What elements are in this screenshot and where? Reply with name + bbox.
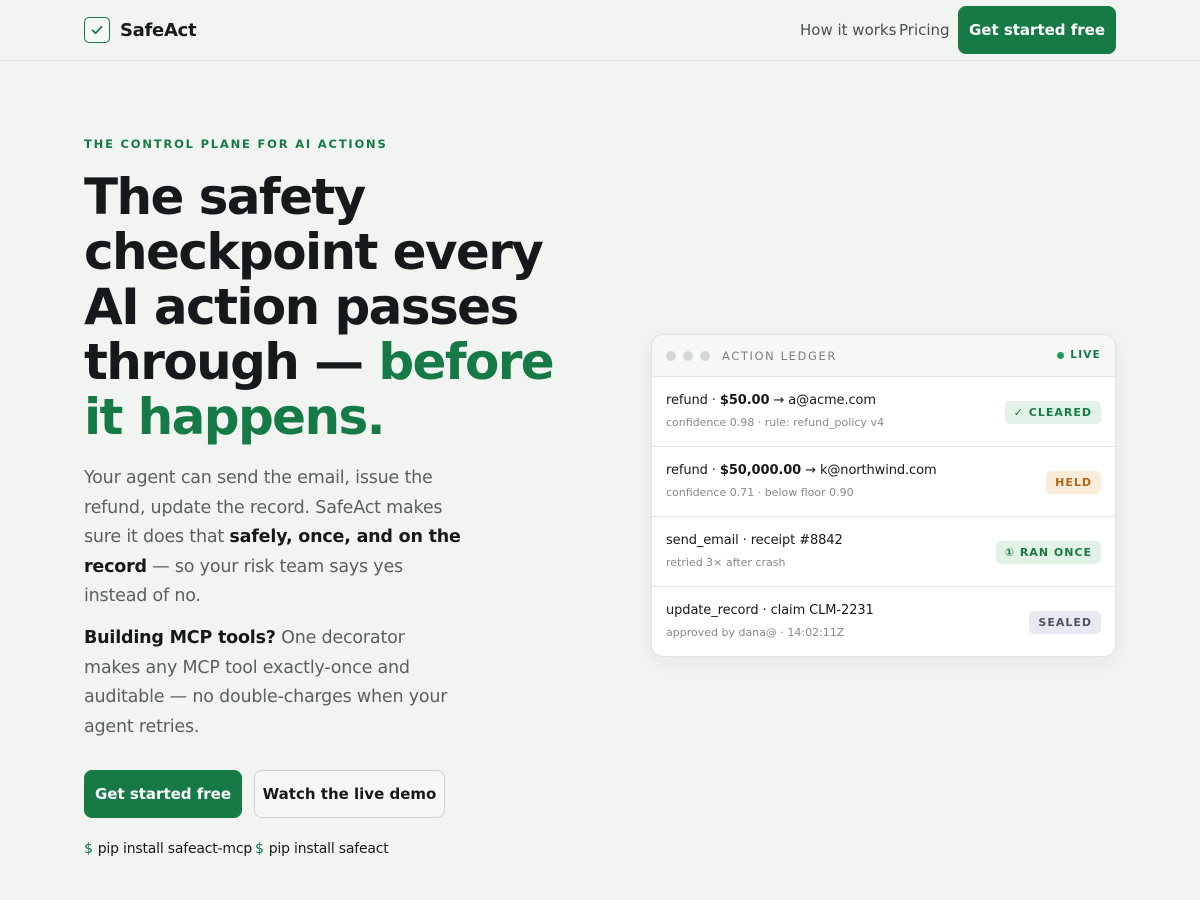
- action-recipient: → k@northwind.com: [801, 463, 937, 478]
- action-amount: $50,000.00: [719, 463, 802, 478]
- status-badge-cleared: ✓ CLEARED: [1004, 401, 1101, 424]
- get-started-button[interactable]: Get started free: [84, 770, 242, 818]
- pip-install-safeact[interactable]: $ pip install safeact: [255, 841, 389, 857]
- ledger-header: ACTION LEDGER LIVE: [652, 335, 1115, 377]
- ledger-row-detail: retried 3× after crash: [666, 556, 786, 569]
- live-dot-icon: [1057, 351, 1065, 359]
- live-label: LIVE: [1070, 349, 1101, 361]
- window-dot-icon: [683, 351, 693, 361]
- live-indicator: LIVE: [1057, 349, 1101, 361]
- window-dot-icon: [666, 351, 676, 361]
- ledger-row-action: update_record · claim CLM-2231: [666, 603, 874, 618]
- ledger-row: send_email · receipt #8842 retried 3× af…: [652, 517, 1115, 587]
- mcp-description: Building MCP tools? One decorator makes …: [84, 624, 454, 742]
- pip-command: pip install safeact-mcp: [97, 841, 253, 857]
- hero-eyebrow: THE CONTROL PLANE FOR AI ACTIONS: [84, 137, 388, 151]
- pip-command: pip install safeact: [268, 841, 389, 857]
- pip-install-mcp[interactable]: $ pip install safeact-mcp: [84, 841, 252, 857]
- nav-how-it-works[interactable]: How it works: [800, 21, 896, 39]
- status-badge-ran-once: ① RAN ONCE: [995, 541, 1101, 564]
- action-text: refund ·: [666, 393, 720, 408]
- ledger-row-action: refund · $50.00 → a@acme.com: [666, 393, 876, 408]
- status-badge-sealed: SEALED: [1029, 611, 1101, 634]
- hero-headline: The safety checkpoint every AI action pa…: [84, 170, 564, 445]
- header-get-started-button[interactable]: Get started free: [958, 6, 1116, 54]
- prompt-symbol: $: [84, 841, 93, 857]
- ledger-row-action: refund · $50,000.00 → k@northwind.com: [666, 463, 937, 478]
- action-recipient: → a@acme.com: [769, 393, 876, 408]
- ledger-row-detail: confidence 0.98 · rule: refund_policy v4: [666, 416, 884, 429]
- action-text: refund ·: [666, 463, 720, 478]
- prompt-symbol: $: [255, 841, 264, 857]
- window-dot-icon: [700, 351, 710, 361]
- ledger-row-detail: approved by dana@ · 14:02:11Z: [666, 626, 845, 639]
- ledger-row: update_record · claim CLM-2231 approved …: [652, 587, 1115, 656]
- hero-description: Your agent can send the email, issue the…: [84, 464, 464, 612]
- ledger-row: refund · $50.00 → a@acme.com confidence …: [652, 377, 1115, 447]
- site-header: SafeAct How it works Pricing Get started…: [0, 0, 1200, 61]
- ledger-title: ACTION LEDGER: [722, 349, 837, 363]
- action-amount: $50.00: [719, 393, 770, 408]
- checkmark-logo-icon: [84, 17, 110, 43]
- mcp-heading: Building MCP tools?: [84, 628, 276, 648]
- ledger-row-detail: confidence 0.71 · below floor 0.90: [666, 486, 854, 499]
- status-badge-held: HELD: [1046, 471, 1101, 494]
- watch-demo-button[interactable]: Watch the live demo: [254, 770, 445, 818]
- action-ledger-card: ACTION LEDGER LIVE refund · $50.00 → a@a…: [651, 334, 1116, 657]
- ledger-row-action: send_email · receipt #8842: [666, 533, 843, 548]
- logo[interactable]: SafeAct: [84, 17, 197, 43]
- nav-pricing[interactable]: Pricing: [899, 21, 950, 39]
- ledger-row: refund · $50,000.00 → k@northwind.com co…: [652, 447, 1115, 517]
- logo-text: SafeAct: [120, 19, 197, 41]
